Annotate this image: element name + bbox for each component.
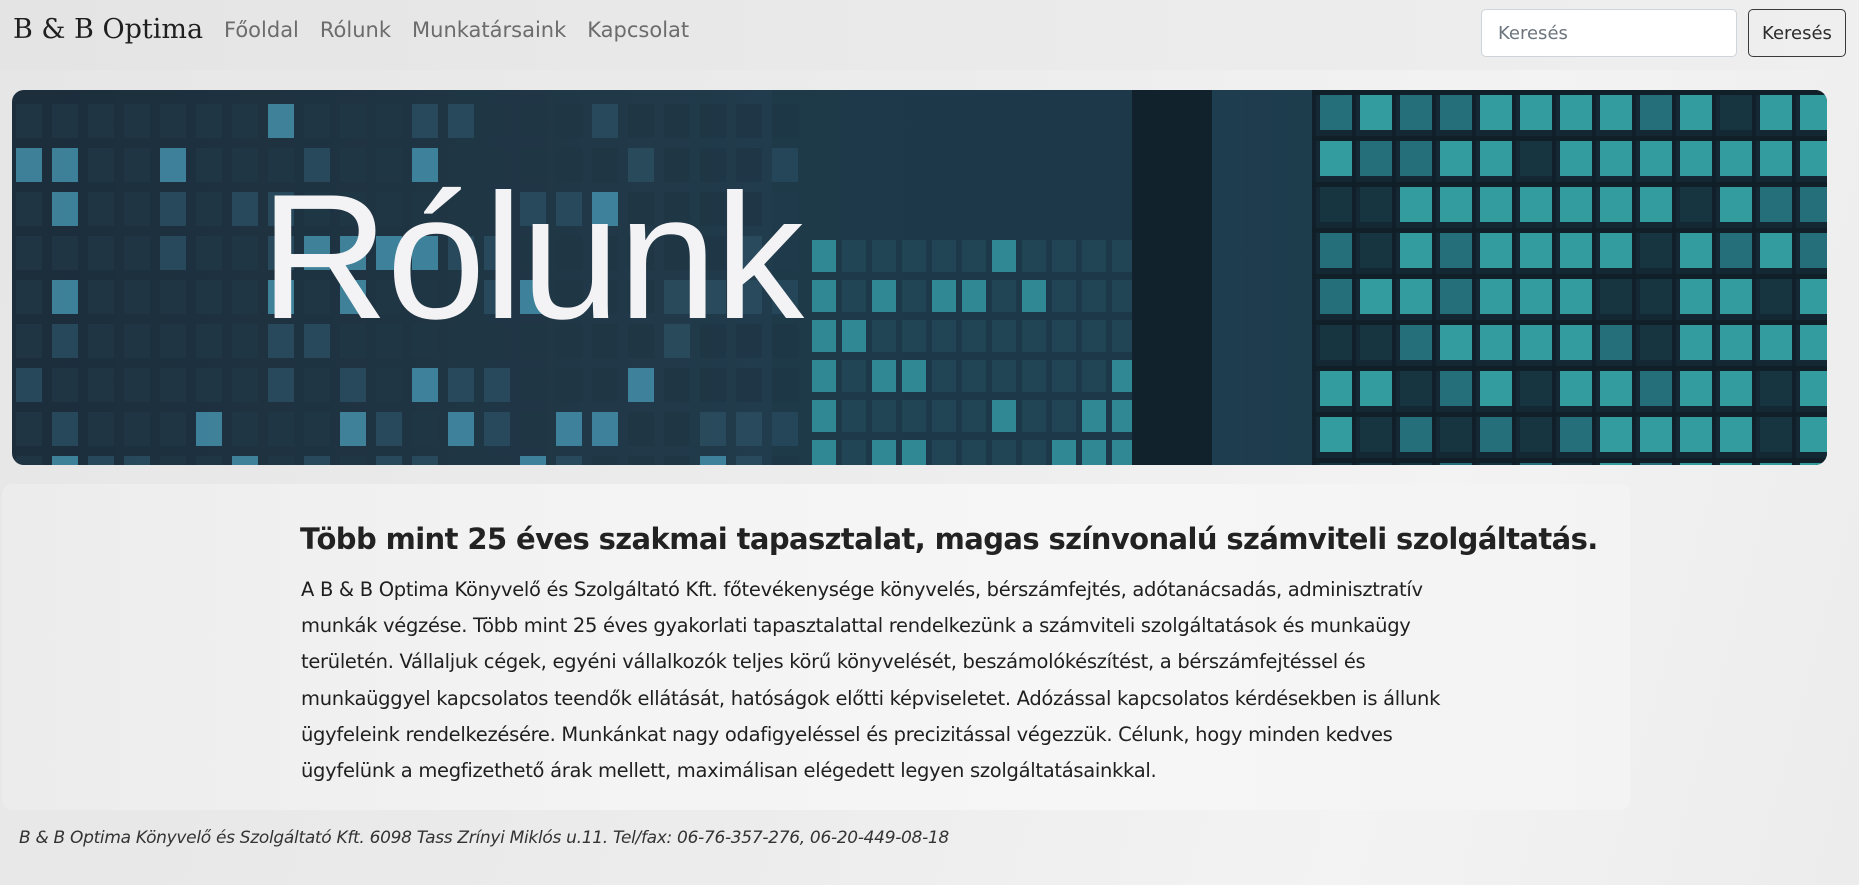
content-line: munkák végzése. Több mint 25 éves gyakor…	[301, 614, 1411, 638]
nav-link-fooldal[interactable]: Főoldal	[224, 18, 299, 42]
content-line: A B & B Optima Könyvelő és Szolgáltató K…	[301, 578, 1423, 601]
content-body: A B & B Optima Könyvelő és Szolgáltató K…	[301, 572, 1561, 789]
content-line: munkaüggyel kapcsolatos teendők ellátásá…	[301, 686, 1441, 710]
nav-link-munkatarsaink[interactable]: Munkatársaink	[412, 18, 566, 42]
brand-logo[interactable]: B & B Optima	[13, 14, 203, 45]
navbar: B & B Optima Főoldal Rólunk Munkatársain…	[0, 0, 1859, 70]
search-button[interactable]: Keresés	[1748, 9, 1846, 57]
content-heading: Több mint 25 éves szakmai tapasztalat, m…	[300, 522, 1598, 556]
search-input[interactable]	[1481, 9, 1737, 57]
nav-links: Főoldal Rólunk Munkatársaink Kapcsolat	[224, 18, 710, 42]
content-line: ügyfeleink rendelkezésére. Munkánkat nag…	[301, 722, 1393, 746]
nav-link-kapcsolat[interactable]: Kapcsolat	[587, 18, 689, 42]
footer-contact: B & B Optima Könyvelő és Szolgáltató Kft…	[19, 828, 949, 848]
content-line: ügyfelünk a megfizethető árak mellett, m…	[301, 759, 1157, 783]
hero-banner: Rólunk	[12, 90, 1827, 465]
nav-link-rolunk[interactable]: Rólunk	[320, 18, 391, 42]
hero-title: Rólunk	[260, 157, 804, 356]
content-line: területén. Vállaljuk cégek, egyéni válla…	[301, 650, 1366, 674]
